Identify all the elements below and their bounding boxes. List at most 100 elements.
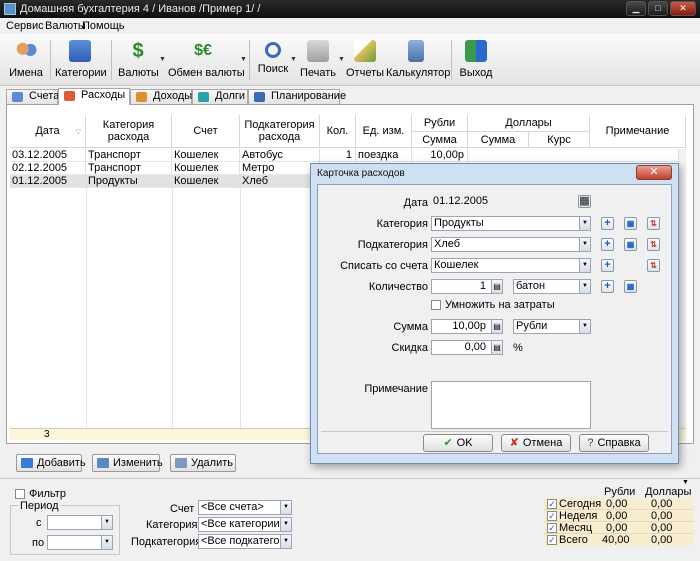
cell-category: Транспорт	[86, 162, 172, 175]
col-header-usd-rate[interactable]: Курс	[529, 132, 590, 148]
menu-service[interactable]: Сервис	[6, 20, 44, 32]
dialog-body: Дата 01.12.2005 ▦ Категория Продукты ▼ + …	[317, 184, 672, 454]
currency-select[interactable]: Рубли ▼	[513, 319, 591, 334]
col-header-rub-sum[interactable]: Сумма	[412, 132, 468, 148]
chevron-down-icon[interactable]: ▼	[579, 238, 590, 251]
print-dropdown-icon[interactable]: ▼	[338, 56, 345, 63]
chevron-down-icon[interactable]: ▼	[579, 217, 590, 230]
calendar-icon[interactable]: ▦	[578, 195, 591, 208]
date-input[interactable]: 01.12.2005	[431, 195, 591, 210]
date-label: Дата	[403, 197, 428, 209]
vertical-scrollbar[interactable]	[678, 149, 686, 441]
cancel-button[interactable]: ✘ Отмена	[501, 434, 571, 452]
tab-accounts[interactable]: Счета	[6, 89, 59, 104]
ok-button[interactable]: ✔ OK	[423, 434, 493, 452]
list-unit-icon[interactable]: ▦	[624, 280, 637, 293]
list-subcategory-icon[interactable]: ▦	[624, 238, 637, 251]
subcategory-filter-select[interactable]: <Все подкатегори ▼	[198, 534, 292, 549]
search-dropdown-icon[interactable]: ▼	[290, 56, 297, 63]
calculator-icon[interactable]: ▤	[491, 280, 502, 293]
exchange-button[interactable]: $€ Обмен валюты	[168, 38, 245, 82]
dollar-icon: $	[132, 40, 144, 62]
names-button[interactable]: Имена	[6, 38, 46, 82]
collapse-icon[interactable]: ▼	[682, 479, 689, 486]
table-row[interactable]: 03.12.2005 Транспорт Кошелек Автобус 1 п…	[10, 149, 686, 162]
category-filter-select[interactable]: <Все категории> ▼	[198, 517, 292, 532]
tab-planning[interactable]: Планирование	[248, 89, 346, 104]
col-header-qty[interactable]: Кол.	[320, 115, 356, 148]
delete-button[interactable]: Удалить	[170, 454, 236, 472]
chevron-down-icon[interactable]: ▼	[280, 535, 291, 548]
subcategory-select[interactable]: Хлеб ▼	[431, 237, 591, 252]
toolbar-separator	[451, 40, 452, 80]
col-header-date[interactable]: Дата ▽	[10, 115, 86, 148]
dialog-close-button[interactable]: ✕	[636, 165, 672, 180]
menu-help[interactable]: Помощь	[82, 20, 125, 32]
list-category-icon[interactable]: ▦	[624, 217, 637, 230]
filter-checkbox[interactable]	[15, 489, 25, 499]
column-divider	[172, 188, 173, 428]
quantity-input[interactable]: 1 ▤	[431, 279, 503, 294]
exit-button[interactable]: Выход	[458, 38, 494, 82]
col-header-category[interactable]: Категория расхода	[86, 115, 172, 148]
summary-checkbox[interactable]: ✓	[547, 499, 557, 509]
add-category-icon[interactable]: +	[601, 217, 614, 230]
calculator-icon[interactable]: ▤	[491, 341, 502, 354]
categories-button[interactable]: Категории	[55, 38, 107, 82]
search-button[interactable]: Поиск	[255, 38, 291, 82]
add-subcategory-icon[interactable]: +	[601, 238, 614, 251]
menu-currencies[interactable]: Валюты	[45, 20, 86, 32]
chevron-down-icon[interactable]: ▼	[101, 516, 112, 529]
col-header-account[interactable]: Счет	[172, 115, 240, 148]
chevron-down-icon[interactable]: ▼	[280, 518, 291, 531]
sort-account-icon[interactable]: ⇅	[647, 259, 660, 272]
sort-subcategory-icon[interactable]: ⇅	[647, 238, 660, 251]
discount-input[interactable]: 0,00 ▤	[431, 340, 503, 355]
col-header-rub-group: Рубли	[412, 115, 468, 132]
currencies-button[interactable]: $ Валюты	[118, 38, 159, 82]
chevron-down-icon[interactable]: ▼	[101, 536, 112, 549]
chevron-down-icon[interactable]: ▼	[579, 320, 590, 333]
sum-input[interactable]: 10,00р ▤	[431, 319, 503, 334]
tab-expenses[interactable]: Расходы	[58, 88, 130, 105]
date-to-input[interactable]: ▼	[47, 535, 113, 550]
tab-income[interactable]: Доходы	[130, 89, 192, 104]
unit-select[interactable]: батон ▼	[513, 279, 591, 294]
category-select[interactable]: Продукты ▼	[431, 216, 591, 231]
expense-card-dialog: Карточка расходов ✕ Дата 01.12.2005 ▦ Ка…	[310, 163, 679, 464]
help-button[interactable]: ? Справка	[579, 434, 649, 452]
summary-checkbox[interactable]: ✓	[547, 535, 557, 545]
sort-category-icon[interactable]: ⇅	[647, 217, 660, 230]
note-textarea[interactable]	[431, 381, 591, 429]
categories-icon	[69, 40, 91, 62]
summary-checkbox[interactable]: ✓	[547, 511, 557, 521]
calculator-icon[interactable]: ▤	[491, 320, 502, 333]
add-button[interactable]: Добавить	[16, 454, 86, 472]
account-filter-select[interactable]: <Все счета> ▼	[198, 500, 292, 515]
col-header-usd-sum[interactable]: Сумма	[468, 132, 529, 148]
chevron-down-icon[interactable]: ▼	[280, 501, 291, 514]
maximize-button[interactable]: □	[648, 1, 668, 16]
print-button[interactable]: Печать	[298, 38, 338, 82]
add-account-icon[interactable]: +	[601, 259, 614, 272]
date-from-input[interactable]: ▼	[47, 515, 113, 530]
reports-button[interactable]: Отчеты	[346, 38, 384, 82]
exchange-dropdown-icon[interactable]: ▼	[240, 56, 247, 63]
tab-debts[interactable]: Долги	[192, 89, 248, 104]
edit-button[interactable]: Изменить	[92, 454, 163, 472]
minimize-button[interactable]: ▁	[626, 1, 646, 16]
add-unit-icon[interactable]: +	[601, 280, 614, 293]
close-button[interactable]: ✕	[670, 1, 696, 16]
window-title: Домашняя бухгалтерия 4 / Иванов /Пример …	[20, 3, 261, 15]
chevron-down-icon[interactable]: ▼	[579, 280, 590, 293]
col-header-unit[interactable]: Ед. изм.	[356, 115, 412, 148]
chevron-down-icon[interactable]: ▼	[579, 259, 590, 272]
col-header-note[interactable]: Примечание	[590, 115, 686, 148]
calculator-button[interactable]: Калькулятор	[386, 38, 450, 82]
summary-checkbox[interactable]: ✓	[547, 523, 557, 533]
multiply-checkbox[interactable]	[431, 300, 441, 310]
currencies-dropdown-icon[interactable]: ▼	[159, 56, 166, 63]
cell-account: Кошелек	[172, 162, 240, 175]
col-header-subcategory[interactable]: Подкатегория расхода	[240, 115, 320, 148]
account-select[interactable]: Кошелек ▼	[431, 258, 591, 273]
